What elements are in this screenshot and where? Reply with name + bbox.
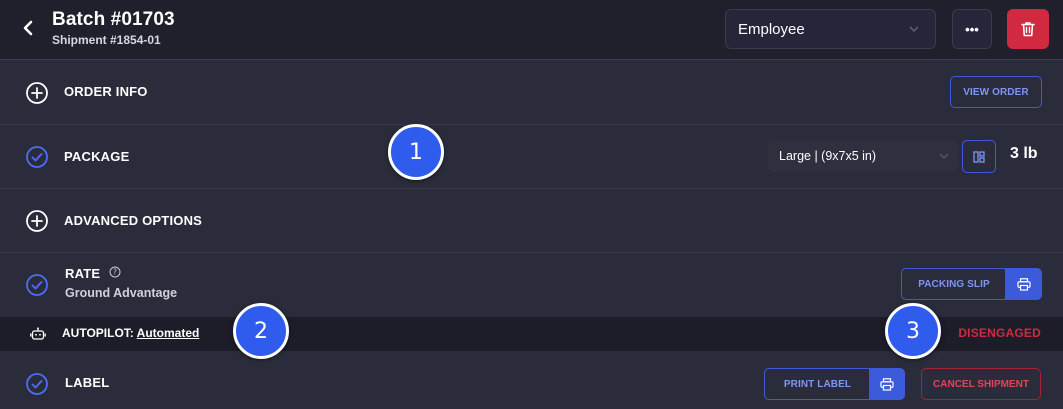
cancel-shipment-button[interactable]: CANCEL SHIPMENT [921,368,1041,400]
package-layout-button[interactable] [962,140,996,173]
marker-1: 1 [388,124,444,180]
delete-button[interactable] [1007,9,1049,49]
package-size-value: Large | (9x7x5 in) [779,149,877,163]
advanced-options-section[interactable]: ADVANCED OPTIONS [0,189,1063,253]
autopilot-title: AUTOPILOT: [62,326,134,340]
robot-icon [30,327,46,341]
page-subtitle: Shipment #1854-01 [52,33,161,47]
rate-label: RATE [65,266,101,281]
trash-icon [1021,22,1035,37]
svg-text:?: ? [113,268,117,277]
print-label-button[interactable]: PRINT LABEL [764,368,871,400]
check-circle-icon [25,273,49,297]
printer-icon [880,377,894,391]
marker-2: 2 [233,303,289,359]
back-chevron-icon [23,20,33,36]
autopilot-status: DISENGAGED [958,326,1041,340]
label-label: LABEL [65,375,110,390]
printer-icon [1016,277,1031,291]
package-label: PACKAGE [64,149,130,164]
chevron-down-icon [939,153,949,160]
chevron-down-icon [909,26,919,33]
print-label-icon-button[interactable] [869,368,905,400]
page-title: Batch #01703 [52,9,175,30]
plus-circle-icon[interactable] [25,209,49,233]
check-circle-icon [25,372,49,396]
user-select[interactable]: Employee [725,9,936,49]
rate-service: Ground Advantage [65,286,178,300]
back-button[interactable] [18,17,38,39]
view-order-button[interactable]: VIEW ORDER [950,76,1042,108]
package-size-select[interactable]: Large | (9x7x5 in) [768,140,958,172]
advanced-options-label: ADVANCED OPTIONS [64,213,203,228]
user-select-value: Employee [738,20,805,38]
packing-slip-button[interactable]: PACKING SLIP [901,268,1007,300]
order-info-section[interactable]: ORDER INFO VIEW ORDER [0,60,1063,125]
more-options-button[interactable]: ••• [952,9,992,49]
plus-circle-icon[interactable] [25,81,49,105]
package-layout-icon [973,150,985,163]
marker-3: 3 [885,303,941,359]
label-section: LABEL PRINT LABEL CANCEL SHIPMENT [0,351,1063,409]
page-header: Batch #01703 Shipment #1854-01 Employee … [0,0,1063,60]
print-packing-slip-button[interactable] [1005,268,1042,300]
check-circle-icon [25,145,49,169]
order-info-label: ORDER INFO [64,84,148,99]
package-weight: 3 lb [1010,145,1038,162]
help-circle-icon[interactable]: ? [109,266,121,278]
autopilot-mode-link[interactable]: Automated [137,326,200,340]
autopilot-label: AUTOPILOT: Automated [62,326,199,340]
